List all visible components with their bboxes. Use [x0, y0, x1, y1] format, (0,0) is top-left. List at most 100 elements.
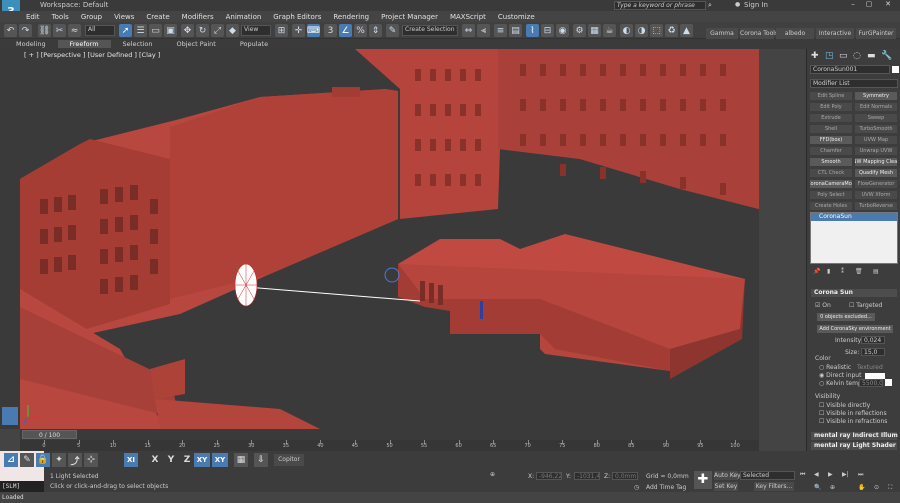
spinner-snap-icon[interactable]: ⇕	[369, 24, 382, 37]
corona-converter-icon[interactable]: ♻	[665, 24, 678, 37]
selection-lock-icon[interactable]: 🔒	[36, 453, 50, 467]
ribbon-tab-populate[interactable]: Populate	[228, 40, 280, 48]
rollout-mental-ray-shader[interactable]: mental ray Light Shader	[811, 442, 897, 450]
menu-maxscript[interactable]: MAXScript	[444, 13, 492, 21]
shelf-tab-corona-tools[interactable]: Corona Tools	[740, 28, 778, 39]
mirror-icon[interactable]: ⇔	[462, 24, 475, 37]
kelvin-spinner[interactable]: 5500,0	[859, 379, 883, 387]
selection-filter-dropdown[interactable]: All	[85, 25, 115, 36]
snaps-toggle-icon[interactable]: 3	[324, 24, 337, 37]
modifier-button[interactable]: Shell	[810, 125, 852, 133]
unlink-icon[interactable]: ✂	[53, 24, 66, 37]
modifier-button[interactable]: UVW Xform	[855, 191, 897, 199]
modifier-button[interactable]: CTL Check	[810, 169, 852, 177]
select-by-name-icon[interactable]: ☰	[134, 24, 147, 37]
bottom-tool-3-icon[interactable]: ⊹	[84, 453, 98, 467]
create-tab-icon[interactable]: ✚	[811, 51, 819, 61]
ribbon-tab-modeling[interactable]: Modeling	[4, 40, 58, 48]
bottom-tool-2-icon[interactable]: ⤴	[68, 453, 82, 467]
menu-project-manager[interactable]: Project Manager	[375, 13, 444, 21]
search-icon[interactable]: ⌕	[708, 1, 712, 10]
maximize-button[interactable]: ▢	[862, 0, 876, 10]
modifier-button[interactable]: Edit Normals	[855, 103, 897, 111]
modifier-button[interactable]: Sweep	[855, 114, 897, 122]
menu-group[interactable]: Group	[75, 13, 108, 21]
angle-snap-icon[interactable]: ∠	[339, 24, 352, 37]
prev-frame-icon[interactable]: ◀	[814, 471, 819, 478]
copitor-button[interactable]: Copitor	[274, 454, 304, 466]
visible-reflections-checkbox[interactable]: ☐ Visible in reflections	[819, 410, 887, 417]
visible-refractions-checkbox[interactable]: ☐ Visible in refractions	[819, 418, 887, 425]
menu-create[interactable]: Create	[140, 13, 175, 21]
next-frame-icon[interactable]: ▶|	[842, 471, 849, 478]
ribbon-tab-object-paint[interactable]: Object Paint	[165, 40, 228, 48]
orbit-icon[interactable]: ⊙	[874, 484, 879, 491]
viewport-label[interactable]: [ + ] [Perspective ] [User Defined ] [Cl…	[24, 51, 160, 59]
intensity-spinner[interactable]: 0,024	[861, 336, 885, 344]
visible-directly-checkbox[interactable]: ☐ Visible directly	[819, 402, 870, 409]
perspective-viewport[interactable]: [ + ] [Perspective ] [User Defined ] [Cl…	[20, 49, 759, 429]
add-time-tag-button[interactable]: Add Time Tag	[646, 484, 686, 491]
ribbon-tab-selection[interactable]: Selection	[111, 40, 165, 48]
corona-ipr-icon[interactable]: ◑	[635, 24, 648, 37]
schematic-view-icon[interactable]: ⊟	[541, 24, 554, 37]
rotate-icon[interactable]: ↻	[196, 24, 209, 37]
menu-tools[interactable]: Tools	[46, 13, 75, 21]
rendered-frame-window-icon[interactable]: ▦	[588, 24, 601, 37]
modifier-button[interactable]: Smooth	[810, 158, 852, 166]
search-input[interactable]: Type a keyword or phrase	[614, 1, 706, 10]
snap-toggle-bottom-icon[interactable]: ⊿	[4, 453, 18, 467]
textured-radio[interactable]: Textured	[857, 364, 883, 371]
curve-editor-icon[interactable]: ⌇	[526, 24, 539, 37]
scale-icon[interactable]: ⤢	[211, 24, 224, 37]
select-manipulate-icon[interactable]: ✛	[292, 24, 305, 37]
move-icon[interactable]: ✥	[181, 24, 194, 37]
go-to-start-icon[interactable]: ⏮	[800, 471, 805, 479]
motion-tab-icon[interactable]: ◌	[853, 51, 861, 61]
edit-named-selection-icon[interactable]: ✎	[386, 24, 399, 37]
remove-modifier-icon[interactable]: 🗑	[855, 268, 863, 275]
isolate-selection-icon[interactable]: ✎	[20, 453, 34, 467]
modifier-button[interactable]: Unwrap UVW	[855, 147, 897, 155]
menu-rendering[interactable]: Rendering	[327, 13, 375, 21]
maximize-viewport-icon[interactable]: ⛶	[888, 484, 892, 492]
size-spinner[interactable]: 15,0	[861, 348, 885, 356]
corona-framebuffer-icon[interactable]: ⬚	[650, 24, 663, 37]
bottom-tool-6-icon[interactable]: ⇩	[254, 453, 268, 467]
sun-targeted-checkbox[interactable]: ☐ Targeted	[849, 302, 882, 309]
modifier-button[interactable]: Symmetry	[855, 92, 897, 100]
transform-mode-icon[interactable]: ⊕	[490, 471, 495, 478]
y-coordinate-field[interactable]: -1031,4x	[574, 472, 600, 480]
corona-sun-gizmo[interactable]	[234, 263, 258, 307]
shelf-tab-interactive[interactable]: Interactive	[816, 28, 854, 39]
modifier-button[interactable]: FlowGenerator	[855, 180, 897, 188]
sun-on-checkbox[interactable]: ☑ On	[815, 302, 831, 309]
layer-explorer-icon[interactable]: ≡	[494, 24, 507, 37]
shelf-tab-gamma[interactable]: Gamma	[706, 28, 738, 39]
modifier-button[interactable]: Poly Select	[810, 191, 852, 199]
sign-in-link[interactable]: Sign In	[744, 1, 768, 9]
track-bar[interactable]: 0 5 10 15 20 25 30 35 40 45 50 55 60 65 70 75 80 85 90 95 10…	[20, 440, 759, 451]
corona-proxy-icon[interactable]: ▲	[680, 24, 693, 37]
z-coordinate-field[interactable]: 0,0mm	[612, 472, 638, 480]
display-tab-icon[interactable]: ▬	[867, 51, 876, 61]
kelvin-radio[interactable]: ○ Kelvin temp	[819, 380, 862, 387]
exclude-button[interactable]: 0 objects excluded...	[817, 313, 875, 321]
zoom-icon[interactable]: 🔍	[814, 484, 821, 491]
menu-animation[interactable]: Animation	[220, 13, 268, 21]
set-key-button[interactable]: Set Key	[714, 482, 738, 491]
modifier-button[interactable]: TurboSmooth	[855, 125, 897, 133]
rollout-mental-ray-indirect[interactable]: mental ray Indirect Illum	[811, 432, 898, 440]
ribbon-tab-freeform[interactable]: Freeform	[57, 40, 111, 48]
zoom-all-icon[interactable]: ⊕	[830, 484, 835, 491]
object-color-swatch[interactable]	[892, 66, 899, 73]
viewport-layout-tab[interactable]	[2, 407, 18, 425]
close-button[interactable]: ✕	[880, 0, 896, 10]
reference-coordinate-dropdown[interactable]: View	[241, 25, 271, 36]
kelvin-color-swatch[interactable]	[885, 379, 892, 386]
realistic-radio[interactable]: ○ Realistic	[819, 364, 851, 371]
redo-icon[interactable]: ↷	[19, 24, 32, 37]
keyboard-shortcut-override-icon[interactable]: ⌨	[307, 24, 320, 37]
modifier-button[interactable]: CoronaCameraMod	[810, 180, 852, 188]
x-coordinate-field[interactable]: -946,223	[536, 472, 562, 480]
